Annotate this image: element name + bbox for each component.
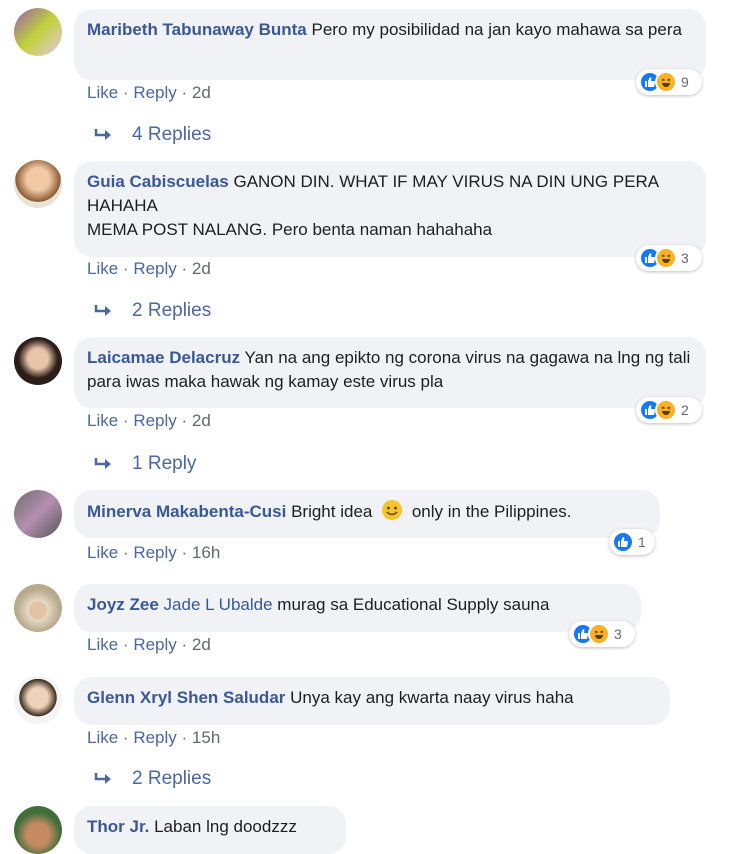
timestamp[interactable]: 2d	[192, 411, 211, 430]
comment-bubble: Minerva Makabenta-Cusi Bright idea only …	[74, 490, 660, 538]
timestamp[interactable]: 15h	[192, 728, 220, 747]
avatar[interactable]	[14, 584, 62, 632]
comment-text-line2: MEMA POST NALANG. Pero benta naman hahah…	[87, 220, 493, 239]
smiley-emoji-icon	[382, 500, 403, 520]
avatar[interactable]	[14, 8, 62, 56]
comment-text-after: only in the Pilippines.	[411, 502, 572, 521]
reply-button[interactable]: Reply	[133, 411, 176, 430]
comment-author[interactable]: Laicamae Delacruz	[87, 348, 240, 367]
comment-author[interactable]: Maribeth Tabunaway Bunta	[87, 20, 307, 39]
comment-actions: Like · Reply · 15h	[87, 728, 221, 747]
comment-bubble: Maribeth Tabunaway Bunta Pero my posibil…	[74, 9, 706, 80]
timestamp[interactable]: 2d	[192, 635, 211, 654]
reaction-summary[interactable]: 2	[636, 397, 702, 423]
reply-arrow-icon	[94, 129, 111, 140]
haha-reaction-icon	[655, 247, 677, 269]
comment-actions: Like · Reply · 2d	[87, 635, 211, 654]
haha-reaction-icon	[588, 623, 610, 645]
like-button[interactable]: Like	[87, 635, 118, 654]
comment-bubble: Thor Jr. Laban lng doodzzz	[74, 806, 346, 854]
like-button[interactable]: Like	[87, 543, 118, 562]
reaction-summary[interactable]: 3	[636, 245, 702, 271]
reply-arrow-icon	[94, 458, 111, 469]
reaction-summary[interactable]: 9	[636, 69, 702, 95]
reaction-count: 9	[681, 74, 689, 90]
comment-text: Unya kay ang kwarta naay virus haha	[290, 688, 574, 707]
view-replies-link[interactable]: 1 Reply	[94, 453, 196, 475]
view-replies-link[interactable]: 2 Replies	[94, 300, 211, 322]
like-button[interactable]: Like	[87, 259, 118, 278]
reaction-count: 1	[638, 534, 646, 550]
tagged-user-link[interactable]: Jade L Ubalde	[164, 595, 273, 614]
comment-author[interactable]: Minerva Makabenta-Cusi	[87, 502, 286, 521]
reaction-summary[interactable]: 1	[609, 529, 655, 555]
reply-button[interactable]: Reply	[133, 259, 176, 278]
like-button[interactable]: Like	[87, 83, 118, 102]
comment-author[interactable]: Glenn Xryl Shen Saludar	[87, 688, 285, 707]
replies-count: 1 Reply	[132, 453, 197, 474]
avatar[interactable]	[14, 806, 62, 854]
reaction-count: 2	[681, 402, 689, 418]
like-button[interactable]: Like	[87, 411, 118, 430]
comment-bubble: Laicamae Delacruz Yan na ang epikto ng c…	[74, 337, 706, 408]
reply-button[interactable]: Reply	[133, 728, 176, 747]
avatar[interactable]	[14, 676, 62, 724]
reply-button[interactable]: Reply	[133, 543, 176, 562]
comment-author[interactable]: Guia Cabiscuelas	[87, 172, 229, 191]
like-reaction-icon	[612, 531, 634, 553]
view-replies-link[interactable]: 4 Replies	[94, 124, 211, 146]
avatar[interactable]	[14, 337, 62, 385]
avatar[interactable]	[14, 160, 62, 208]
replies-count: 2 Replies	[132, 300, 212, 321]
reply-button[interactable]: Reply	[133, 635, 176, 654]
replies-count: 2 Replies	[132, 768, 212, 789]
comment-actions: Like · Reply · 2d	[87, 83, 211, 102]
comment-text: Laban lng doodzzz	[154, 817, 297, 836]
avatar[interactable]	[14, 490, 62, 538]
haha-reaction-icon	[655, 71, 677, 93]
timestamp[interactable]: 2d	[192, 259, 211, 278]
reply-arrow-icon	[94, 773, 111, 784]
comment-bubble: Joyz Zee Jade L Ubalde murag sa Educatio…	[74, 584, 641, 632]
comment-text: Pero my posibilidad na jan kayo mahawa s…	[311, 20, 682, 39]
comment-bubble: Guia Cabiscuelas GANON DIN. WHAT IF MAY …	[74, 161, 706, 257]
reply-arrow-icon	[94, 305, 111, 316]
comment-actions: Like · Reply · 2d	[87, 259, 211, 278]
replies-count: 4 Replies	[132, 124, 212, 145]
comment-author[interactable]: Joyz Zee	[87, 595, 159, 614]
timestamp[interactable]: 16h	[192, 543, 220, 562]
view-replies-link[interactable]: 2 Replies	[94, 768, 211, 790]
reaction-summary[interactable]: 3	[569, 621, 635, 647]
comment-text: murag sa Educational Supply sauna	[277, 595, 550, 614]
comment-author[interactable]: Thor Jr.	[87, 817, 149, 836]
reaction-count: 3	[681, 250, 689, 266]
haha-reaction-icon	[655, 399, 677, 421]
timestamp[interactable]: 2d	[192, 83, 211, 102]
comment-bubble: Glenn Xryl Shen Saludar Unya kay ang kwa…	[74, 677, 670, 725]
comment-actions: Like · Reply · 2d	[87, 411, 211, 430]
reaction-count: 3	[614, 626, 622, 642]
comment-text: Bright idea	[291, 502, 373, 521]
like-button[interactable]: Like	[87, 728, 118, 747]
reply-button[interactable]: Reply	[133, 83, 176, 102]
comment-actions: Like · Reply · 16h	[87, 543, 221, 562]
